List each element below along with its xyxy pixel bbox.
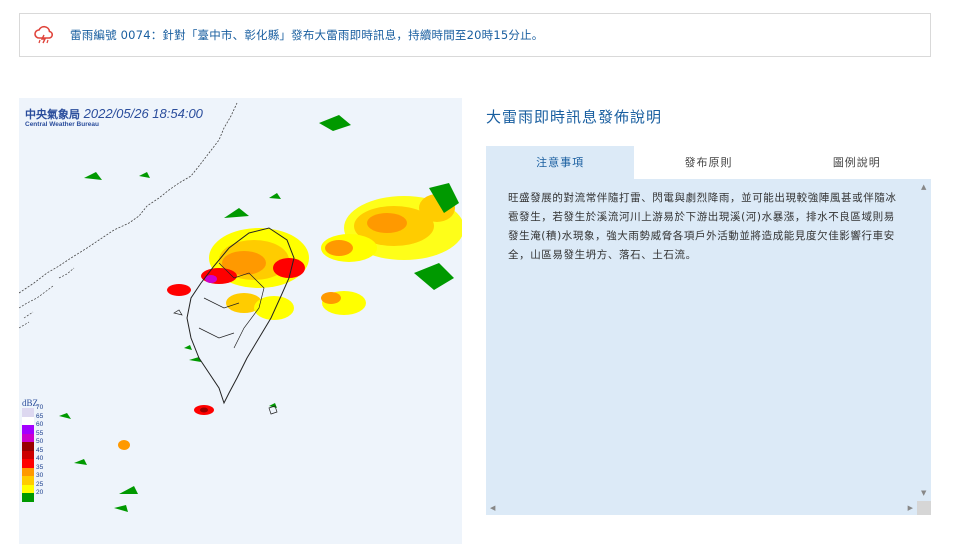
legend-swatch bbox=[22, 425, 34, 434]
legend-swatch bbox=[22, 459, 34, 468]
legend-label: 25 bbox=[36, 480, 44, 488]
legend-swatch bbox=[22, 476, 34, 485]
legend-swatch bbox=[22, 408, 34, 417]
legend-swatch bbox=[22, 467, 34, 476]
notice-text: 旺盛發展的對流常伴隨打雷、閃電與劇烈降雨，並可能出現較強陣風甚或伴隨冰雹發生，若… bbox=[508, 192, 897, 261]
dbz-legend: dBZ 70 65 60 55 50 45 40 35 30 25 20 bbox=[22, 398, 43, 502]
legend-label: 30 bbox=[36, 472, 44, 479]
legend-label: 50 bbox=[36, 438, 44, 445]
legend-label: 70 bbox=[36, 404, 44, 411]
radar-timestamp: 2022/05/26 18:54:00 bbox=[83, 106, 203, 121]
legend-scale: 70 65 60 55 50 45 40 35 30 25 20 bbox=[22, 404, 44, 502]
legend-label: 65 bbox=[36, 412, 44, 420]
thunderstorm-cloud-icon bbox=[32, 23, 56, 47]
legend-label: 55 bbox=[36, 429, 44, 437]
legend-label: 20 bbox=[36, 489, 44, 496]
horizontal-scrollbar[interactable]: ◀ ▶ bbox=[486, 501, 931, 515]
tab-bar: 注意事項 發布原則 圖例說明 bbox=[486, 146, 931, 179]
radar-agency-en: Central Weather Bureau bbox=[25, 121, 99, 128]
radar-image: 中央氣象局 2022/05/26 18:54:00 Central Weathe… bbox=[19, 98, 462, 544]
legend-swatch bbox=[22, 416, 34, 425]
panel-title: 大雷雨即時訊息發佈說明 bbox=[486, 108, 663, 126]
alert-banner: 雷雨編號 0074：針對「臺中市、彰化縣」發布大雷雨即時訊息，持續時間至20時1… bbox=[19, 13, 931, 57]
legend-label: 45 bbox=[36, 446, 44, 454]
scroll-thumb[interactable] bbox=[500, 504, 903, 512]
tab-notices[interactable]: 注意事項 bbox=[486, 146, 635, 179]
legend-swatch bbox=[22, 484, 34, 493]
radar-title: 中央氣象局 2022/05/26 18:54:00 bbox=[25, 106, 203, 122]
legend-swatch bbox=[22, 442, 34, 451]
tab-legend[interactable]: 圖例說明 bbox=[783, 146, 931, 179]
scroll-down-icon[interactable]: ▼ bbox=[921, 489, 926, 497]
radar-agency: 中央氣象局 bbox=[25, 109, 80, 121]
alert-text: 雷雨編號 0074：針對「臺中市、彰化縣」發布大雷雨即時訊息，持續時間至20時1… bbox=[70, 28, 544, 42]
vertical-scrollbar[interactable]: ▲ ▼ bbox=[917, 179, 931, 501]
legend-swatch bbox=[22, 493, 34, 502]
legend-swatch bbox=[22, 450, 34, 459]
tab-content[interactable]: 旺盛發展的對流常伴隨打雷、閃電與劇烈降雨，並可能出現較強陣風甚或伴隨冰雹發生，若… bbox=[486, 179, 931, 515]
radar-map bbox=[19, 98, 462, 544]
scroll-up-icon[interactable]: ▲ bbox=[921, 183, 926, 191]
legend-row: 20 bbox=[22, 489, 43, 502]
tab-principles[interactable]: 發布原則 bbox=[634, 146, 782, 179]
legend-swatch bbox=[22, 433, 34, 442]
legend-label: 60 bbox=[36, 421, 44, 428]
legend-label: 35 bbox=[36, 463, 44, 471]
legend-label: 40 bbox=[36, 455, 44, 462]
scrollbar-corner bbox=[917, 501, 931, 515]
radar-header: 中央氣象局 2022/05/26 18:54:00 Central Weathe… bbox=[25, 106, 203, 128]
scroll-left-icon[interactable]: ◀ bbox=[490, 504, 495, 512]
scroll-right-icon[interactable]: ▶ bbox=[908, 504, 913, 512]
